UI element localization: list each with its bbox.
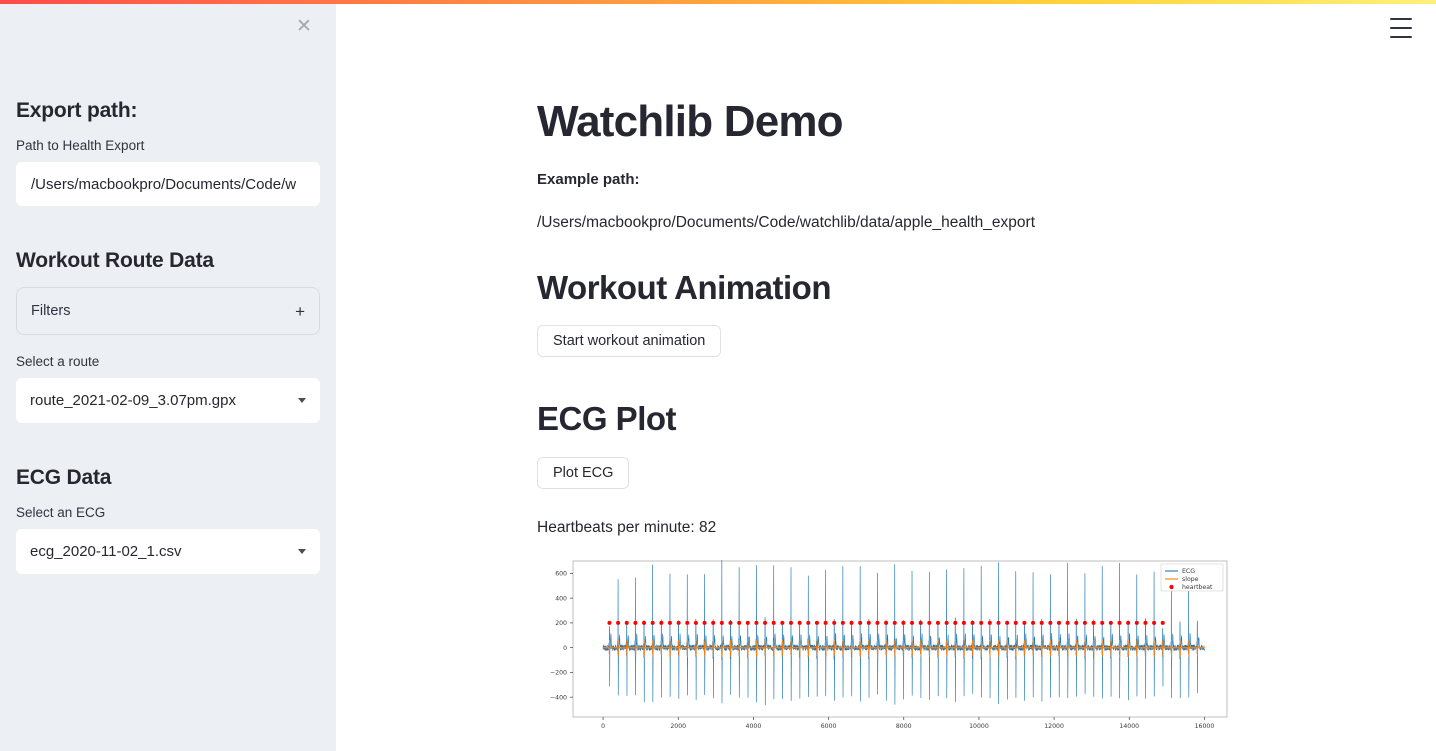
svg-text:6000: 6000	[821, 723, 837, 730]
svg-text:heartbeat: heartbeat	[1182, 584, 1213, 591]
svg-text:4000: 4000	[746, 723, 762, 730]
ecg-plot-heading: ECG Plot	[537, 400, 677, 438]
chevron-down-icon	[298, 398, 306, 404]
filters-expander[interactable]: Filters +	[16, 287, 320, 336]
svg-text:slope: slope	[1182, 576, 1199, 583]
svg-text:12000: 12000	[1044, 723, 1064, 730]
svg-text:200: 200	[555, 620, 567, 627]
svg-text:2000: 2000	[670, 723, 686, 730]
svg-text:600: 600	[555, 571, 567, 578]
ecg-select-label: Select an ECG	[16, 505, 106, 521]
svg-text:ECG: ECG	[1182, 568, 1195, 575]
content-column: Watchlib Demo Example path: /Users/macbo…	[336, 0, 1436, 745]
path-input-label: Path to Health Export	[16, 138, 145, 154]
example-path-value: /Users/macbookpro/Documents/Code/watchli…	[537, 213, 1036, 231]
workout-animation-heading: Workout Animation	[537, 268, 831, 306]
plot-ecg-button[interactable]: Plot ECG	[537, 456, 630, 489]
svg-text:8000: 8000	[896, 723, 912, 730]
route-select-label: Select a route	[16, 354, 100, 370]
svg-text:−400: −400	[550, 694, 567, 701]
chevron-down-icon	[298, 549, 306, 555]
ecg-data-heading: ECG Data	[16, 466, 112, 490]
ecg-select[interactable]: ecg_2020-11-02_1.csv	[16, 529, 320, 575]
svg-text:0: 0	[601, 723, 605, 730]
heartbeats-per-minute-text: Heartbeats per minute: 82	[537, 518, 717, 536]
start-workout-animation-button[interactable]: Start workout animation	[537, 325, 722, 358]
example-path-label: Example path:	[537, 170, 640, 188]
close-icon[interactable]: ✕	[292, 14, 316, 38]
svg-text:400: 400	[555, 595, 567, 602]
export-path-heading: Export path:	[16, 99, 138, 122]
route-select-value: route_2021-02-09_3.07pm.gpx	[30, 392, 236, 410]
ecg-select-value: ecg_2020-11-02_1.csv	[30, 543, 182, 561]
top-gradient-bar	[0, 0, 1436, 4]
ecg-chart: 0 2000 4000 6000 8000 10000 12000 14000 16000 −40…	[537, 555, 1436, 745]
svg-text:−200: −200	[550, 670, 567, 677]
page-title: Watchlib Demo	[537, 97, 844, 146]
route-select[interactable]: route_2021-02-09_3.07pm.gpx	[16, 378, 320, 424]
health-export-path-input[interactable]	[16, 162, 320, 207]
ecg-plot-svg: 0 2000 4000 6000 8000 10000 12000 14000 16000−40…	[550, 559, 1228, 730]
svg-text:10000: 10000	[969, 723, 989, 730]
filters-expander-label: Filters	[31, 303, 71, 320]
sidebar: ✕ Export path: Path to Health Export Wor…	[0, 0, 336, 751]
main-content: Watchlib Demo Example path: /Users/macbo…	[336, 0, 1436, 751]
svg-text:0: 0	[563, 645, 567, 652]
svg-text:14000: 14000	[1119, 723, 1139, 730]
app-root: ✕ Export path: Path to Health Export Wor…	[0, 0, 1436, 751]
svg-text:16000: 16000	[1195, 723, 1215, 730]
hamburger-menu-icon[interactable]	[1390, 18, 1412, 38]
sidebar-content: Export path: Path to Health Export Worko…	[16, 0, 320, 575]
workout-route-data-heading: Workout Route Data	[16, 249, 214, 273]
plus-icon: +	[295, 301, 305, 321]
